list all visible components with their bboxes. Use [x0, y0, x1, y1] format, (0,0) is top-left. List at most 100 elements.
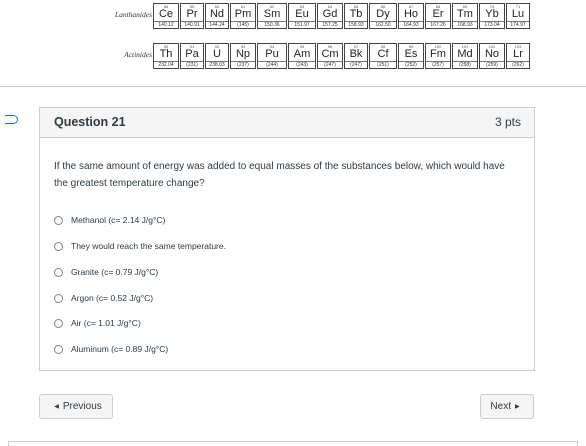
element-cell: 97 Bk (247)	[344, 43, 368, 69]
answer-label: Granite (c= 0.79 J/g°C)	[71, 267, 159, 277]
element-mass: (258)	[453, 61, 477, 68]
periodic-table-image: Lanthanides 58 Ce 140.12 59 Pr 140.91 60 Nd 144.…	[0, 0, 586, 72]
radio-button[interactable]	[54, 241, 63, 251]
element-cell: 71 Lu 174.97	[506, 3, 530, 29]
element-sym: Np	[235, 48, 251, 60]
element-mass: 158.93	[345, 21, 367, 28]
answer-option[interactable]: Air (c= 1.01 J/g°C)	[54, 315, 141, 331]
element-mass: 162.50	[370, 21, 396, 28]
radio-button[interactable]	[54, 293, 63, 303]
element-mass: 232.04	[154, 61, 178, 68]
previous-button[interactable]: ◀ Previous	[39, 394, 113, 419]
answer-option[interactable]: They would reach the same temperature.	[54, 238, 226, 254]
element-mass: 173.04	[480, 21, 504, 28]
element-sym: Eu	[295, 8, 309, 20]
element-cell: 69 Tm 168.93	[452, 3, 478, 29]
element-cell: 92 U 238.03	[205, 43, 229, 69]
element-mass: 164.93	[399, 21, 423, 28]
radio-button[interactable]	[54, 267, 63, 277]
element-cell: 90 Th 232.04	[153, 43, 179, 69]
element-mass: 167.26	[426, 21, 450, 28]
answer-option[interactable]: Argon (c= 0.52 J/g°C)	[54, 290, 153, 306]
element-cell: 59 Pr 140.91	[180, 3, 204, 29]
element-cell: 65 Tb 158.93	[344, 3, 368, 29]
answer-option[interactable]: Aluminum (c= 0.89 J/g°C)	[54, 341, 168, 357]
element-sym: Bk	[349, 48, 363, 60]
element-cell: 99 Es (252)	[398, 43, 424, 69]
element-mass: (259)	[480, 61, 504, 68]
answer-label: Methanol (c= 2.14 J/g°C)	[71, 215, 166, 225]
element-cell: 96 Cm (247)	[317, 43, 343, 69]
question-card: Question 21 3 pts If the same amount of …	[39, 107, 535, 371]
element-sym: No	[484, 48, 500, 60]
element-mass: (262)	[507, 61, 529, 68]
next-button[interactable]: Next ▶	[480, 394, 534, 419]
element-sym: Pa	[185, 48, 199, 60]
caret-left-icon: ◀	[54, 404, 59, 410]
element-sym: Cf	[377, 48, 389, 60]
element-sym: Pu	[265, 48, 279, 60]
answer-option[interactable]: Methanol (c= 2.14 J/g°C)	[54, 212, 165, 228]
element-sym: U	[213, 48, 221, 60]
element-cell: 67 Ho 164.93	[398, 3, 424, 29]
element-sym: Yb	[485, 8, 499, 20]
element-mass: (251)	[370, 61, 396, 68]
question-header: Question 21 3 pts	[40, 108, 534, 138]
answer-label: Aluminum (c= 0.89 J/g°C)	[71, 344, 169, 354]
element-cell: 102 No (259)	[479, 43, 505, 69]
element-sym: Ce	[158, 8, 174, 20]
radio-button[interactable]	[54, 215, 63, 225]
actinides-row: 90 Th 232.04 91 Pa (231) 92 U 238.03 93 Np (237) 94 P…	[153, 43, 531, 69]
question-text: If the same amount of energy was added t…	[54, 161, 505, 189]
element-cell: 93 Np (237)	[230, 43, 256, 69]
element-sym: Th	[159, 48, 173, 60]
element-mass: (243)	[289, 61, 315, 68]
element-mass: (247)	[318, 61, 342, 68]
element-sym: Pr	[186, 8, 198, 20]
element-mass: (237)	[231, 61, 255, 68]
question-title: Question 21	[54, 115, 126, 129]
next-label: Next	[490, 401, 511, 412]
element-sym: Am	[293, 48, 311, 60]
element-sym: Ho	[403, 8, 419, 20]
element-cell: 58 Ce 140.12	[153, 3, 179, 29]
radio-button[interactable]	[54, 318, 63, 328]
radio-button[interactable]	[54, 344, 63, 354]
element-sym: Lu	[511, 8, 525, 20]
element-cell: 66 Dy 162.50	[369, 3, 397, 29]
element-mass: 168.93	[453, 21, 477, 28]
answer-option[interactable]: Granite (c= 0.79 J/g°C)	[54, 264, 158, 280]
flag-question-icon[interactable]	[5, 115, 18, 124]
element-cell: 62 Sm 150.36	[257, 3, 287, 29]
caret-right-icon: ▶	[514, 404, 520, 410]
element-mass: 174.97	[507, 21, 529, 28]
element-mass: 140.91	[181, 21, 203, 28]
element-cell: 68 Er 167.26	[425, 3, 451, 29]
element-mass: 238.03	[206, 61, 228, 68]
element-sym: Er	[432, 8, 444, 20]
element-mass: (257)	[426, 61, 450, 68]
element-mass: 151.97	[289, 21, 315, 28]
lanthanides-row: 58 Ce 140.12 59 Pr 140.91 60 Nd 144.24 61 Pm (145) 6…	[153, 3, 531, 29]
element-cell: 70 Yb 173.04	[479, 3, 505, 29]
element-cell: 100 Fm (257)	[425, 43, 451, 69]
element-cell: 94 Pu (244)	[257, 43, 287, 69]
element-mass: 157.25	[318, 21, 342, 28]
element-sym: Fm	[430, 48, 446, 60]
element-sym: Tm	[457, 8, 473, 20]
element-cell: 63 Eu 151.97	[288, 3, 316, 29]
element-mass: 150.36	[258, 21, 286, 28]
element-cell: 60 Nd 144.24	[205, 3, 229, 29]
element-cell: 98 Cf (251)	[369, 43, 397, 69]
element-sym: Nd	[209, 8, 225, 20]
element-mass: (252)	[399, 61, 423, 68]
element-mass: 140.12	[154, 21, 178, 28]
element-cell: 103 Lr (262)	[506, 43, 530, 69]
element-mass: (244)	[258, 61, 286, 68]
actinides-label: Actinides	[124, 50, 152, 59]
element-sym: Tb	[349, 8, 363, 20]
answer-label: Air (c= 1.01 J/g°C)	[71, 318, 141, 328]
element-sym: Sm	[263, 8, 281, 20]
divider	[0, 86, 586, 87]
element-sym: Lr	[513, 48, 523, 60]
